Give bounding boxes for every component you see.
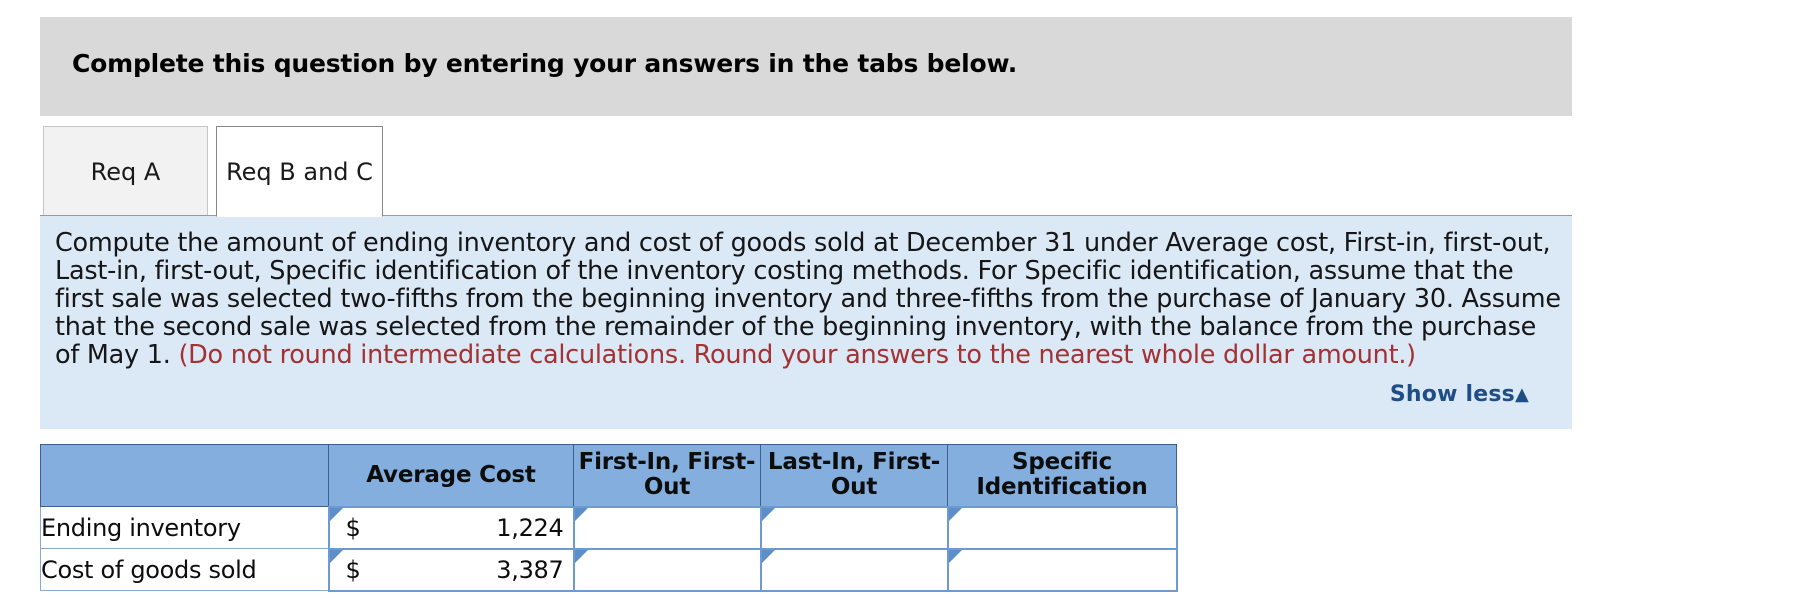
cell-ending-inventory-fifo[interactable]: [572, 505, 762, 550]
cell-flag-icon: [574, 507, 588, 521]
tab-req-a-label: Req A: [90, 157, 161, 186]
table-header-lifo: Last-In, First-Out: [760, 444, 948, 507]
tab-req-a[interactable]: Req A: [43, 126, 208, 217]
cell-value: 1,224: [496, 513, 564, 542]
instructions-red-note: (Do not round intermediate calculations.…: [178, 340, 1416, 370]
cell-flag-icon: [329, 507, 343, 521]
question-page: Complete this question by entering your …: [0, 0, 1818, 598]
cell-flag-icon: [574, 549, 588, 563]
cell-flag-icon: [761, 549, 775, 563]
tab-req-b-and-c-label: Req B and C: [226, 157, 373, 186]
cell-ending-inventory-lifo[interactable]: [759, 505, 949, 550]
cell-cost-of-goods-sold-average-cost[interactable]: $ 3,387: [327, 547, 575, 592]
cell-cost-of-goods-sold-specific[interactable]: [946, 547, 1178, 592]
table-header-specific-identification: Specific Identification: [947, 444, 1177, 507]
table-row: Ending inventory $ 1,224: [40, 505, 1178, 550]
instructions-panel: Compute the amount of ending inventory a…: [40, 215, 1572, 429]
row-label-cost-of-goods-sold: Cost of goods sold: [40, 548, 329, 591]
currency-symbol: $: [345, 513, 361, 542]
table-header-blank: [40, 444, 329, 507]
show-less-label: Show less: [1389, 382, 1515, 407]
question-banner: Complete this question by entering your …: [40, 17, 1572, 116]
cell-flag-icon: [948, 507, 962, 521]
tab-req-b-and-c[interactable]: Req B and C: [216, 126, 383, 217]
table-header-row: Average Cost First-In, First-Out Last-In…: [40, 444, 1177, 507]
row-label-ending-inventory: Ending inventory: [40, 506, 329, 549]
answer-table: Average Cost First-In, First-Out Last-In…: [40, 444, 1178, 592]
cell-cost-of-goods-sold-fifo[interactable]: [572, 547, 762, 592]
table-header-average-cost: Average Cost: [328, 444, 574, 507]
cell-cost-of-goods-sold-lifo[interactable]: [759, 547, 949, 592]
cell-flag-icon: [329, 549, 343, 563]
cell-flag-icon: [948, 549, 962, 563]
currency-symbol: $: [345, 555, 361, 584]
question-banner-title: Complete this question by entering your …: [72, 49, 1018, 78]
table-header-fifo: First-In, First-Out: [573, 444, 761, 507]
cell-value: 3,387: [496, 555, 564, 584]
caret-up-icon: ▲: [1514, 384, 1529, 405]
table-row: Cost of goods sold $ 3,387: [40, 547, 1178, 592]
cell-ending-inventory-specific[interactable]: [946, 505, 1178, 550]
show-less-link[interactable]: Show less▲: [1390, 382, 1529, 407]
cell-ending-inventory-average-cost[interactable]: $ 1,224: [327, 505, 575, 550]
cell-flag-icon: [761, 507, 775, 521]
instructions-text: Compute the amount of ending inventory a…: [55, 229, 1565, 369]
